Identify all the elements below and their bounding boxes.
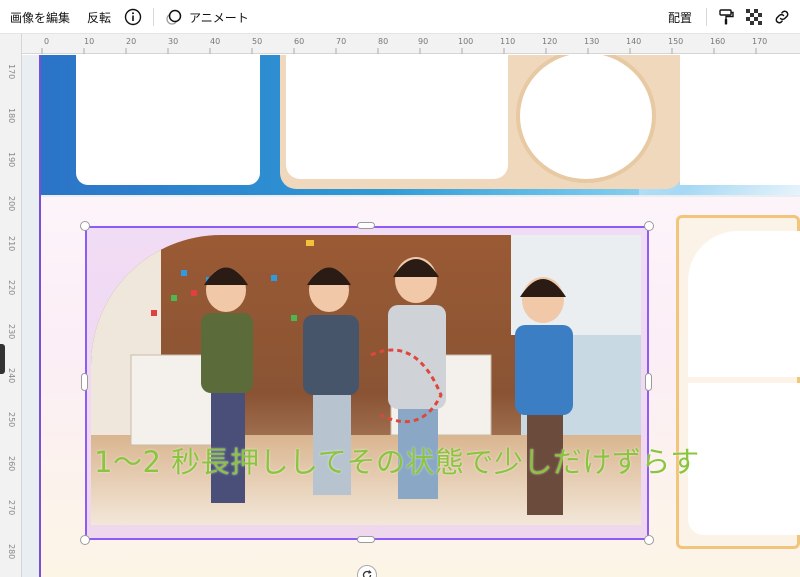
vruler-tick-label: 210 <box>7 236 16 252</box>
paint-roller-icon <box>717 8 735 26</box>
ruler-tick-label: 30 <box>168 37 179 46</box>
resize-handle-bottom-right[interactable] <box>644 535 654 545</box>
toolbar-divider <box>706 8 707 26</box>
resize-handle-left[interactable] <box>81 373 88 391</box>
flip-button[interactable]: 反転 <box>87 0 111 34</box>
link-button[interactable] <box>773 0 791 34</box>
cloud-photo-frame[interactable] <box>286 55 508 179</box>
vertical-ruler[interactable]: 170 180 190 200 210 220 230 240 250 260 … <box>0 54 22 577</box>
vruler-tick-label: 190 <box>7 152 16 168</box>
vruler-tick-label: 240 <box>7 368 16 384</box>
info-icon <box>124 8 142 26</box>
ruler-tick-label: 130 <box>584 37 600 46</box>
ruler-tick-label: 160 <box>710 37 726 46</box>
scroll-handle[interactable] <box>0 344 5 374</box>
kids-photo[interactable] <box>91 235 641 525</box>
resize-handle-right[interactable] <box>645 373 652 391</box>
position-label: 配置 <box>668 10 693 25</box>
resize-handle-bottom-left[interactable] <box>80 535 90 545</box>
ruler-tick-label: 140 <box>626 37 642 46</box>
page-left-edge <box>39 55 41 577</box>
vruler-tick-label: 200 <box>7 196 16 212</box>
vruler-tick-label: 170 <box>7 64 16 80</box>
circle-photo-frame[interactable] <box>516 55 656 183</box>
toolbar-divider <box>153 8 154 26</box>
ruler-tick-label: 60 <box>294 37 305 46</box>
ruler-tick-label: 170 <box>752 37 768 46</box>
paint-format-button[interactable] <box>717 0 735 34</box>
vruler-tick-label: 280 <box>7 544 16 560</box>
ruler-tick-label: 100 <box>458 37 474 46</box>
position-button[interactable]: 配置 <box>668 0 692 34</box>
vruler-tick-label: 180 <box>7 108 16 124</box>
animate-label: アニメート <box>189 10 249 25</box>
right-photo-frame[interactable] <box>680 55 800 185</box>
edit-image-button[interactable]: 画像を編集 <box>10 0 70 34</box>
vruler-tick-label: 220 <box>7 280 16 296</box>
ruler-tick-label: 20 <box>126 37 137 46</box>
ruler-tick-label: 90 <box>418 37 429 46</box>
ruler-tick-label: 120 <box>542 37 558 46</box>
right-photo-frame-lower[interactable] <box>688 383 800 535</box>
ruler-tick-label: 110 <box>500 37 516 46</box>
ruler-tick-label: 10 <box>84 37 95 46</box>
photo-placeholder-frame[interactable] <box>76 55 260 185</box>
link-icon <box>773 8 791 26</box>
right-photo-frame-upper[interactable] <box>688 231 800 377</box>
rotate-icon <box>361 569 373 577</box>
ruler-tick-label: 50 <box>252 37 263 46</box>
edit-image-label: 画像を編集 <box>10 10 71 25</box>
animate-button[interactable]: アニメート <box>165 0 249 34</box>
info-button[interactable] <box>124 0 142 34</box>
ruler-tick-label: 150 <box>668 37 684 46</box>
transparency-icon <box>745 8 763 26</box>
ruler-tick-label: 0 <box>44 37 50 46</box>
resize-handle-top-left[interactable] <box>80 221 90 231</box>
ruler-tick-label: 70 <box>336 37 347 46</box>
flip-label: 反転 <box>87 10 112 25</box>
resize-handle-top-right[interactable] <box>644 221 654 231</box>
transparency-button[interactable] <box>745 0 763 34</box>
editor-app: 画像を編集 反転 アニメート 配置 0 10 20 30 40 50 60 70… <box>0 0 800 577</box>
ruler-tick-label: 80 <box>378 37 389 46</box>
vruler-tick-label: 230 <box>7 324 16 340</box>
editor-toolbar: 画像を編集 反転 アニメート 配置 <box>0 0 800 34</box>
ruler-tick-label: 40 <box>210 37 221 46</box>
instruction-caption: 1〜2 秒長押ししてその状態で少しだけずらす <box>94 445 700 479</box>
resize-handle-top[interactable] <box>357 222 375 229</box>
vruler-tick-label: 270 <box>7 500 16 516</box>
animate-icon <box>165 8 183 26</box>
vruler-tick-label: 260 <box>7 456 16 472</box>
design-canvas[interactable]: 1〜2 秒長押ししてその状態で少しだけずらす <box>22 55 800 577</box>
vruler-tick-label: 250 <box>7 412 16 428</box>
resize-handle-bottom[interactable] <box>357 536 375 543</box>
horizontal-ruler[interactable]: 0 10 20 30 40 50 60 70 80 90 100 110 120… <box>0 34 800 54</box>
